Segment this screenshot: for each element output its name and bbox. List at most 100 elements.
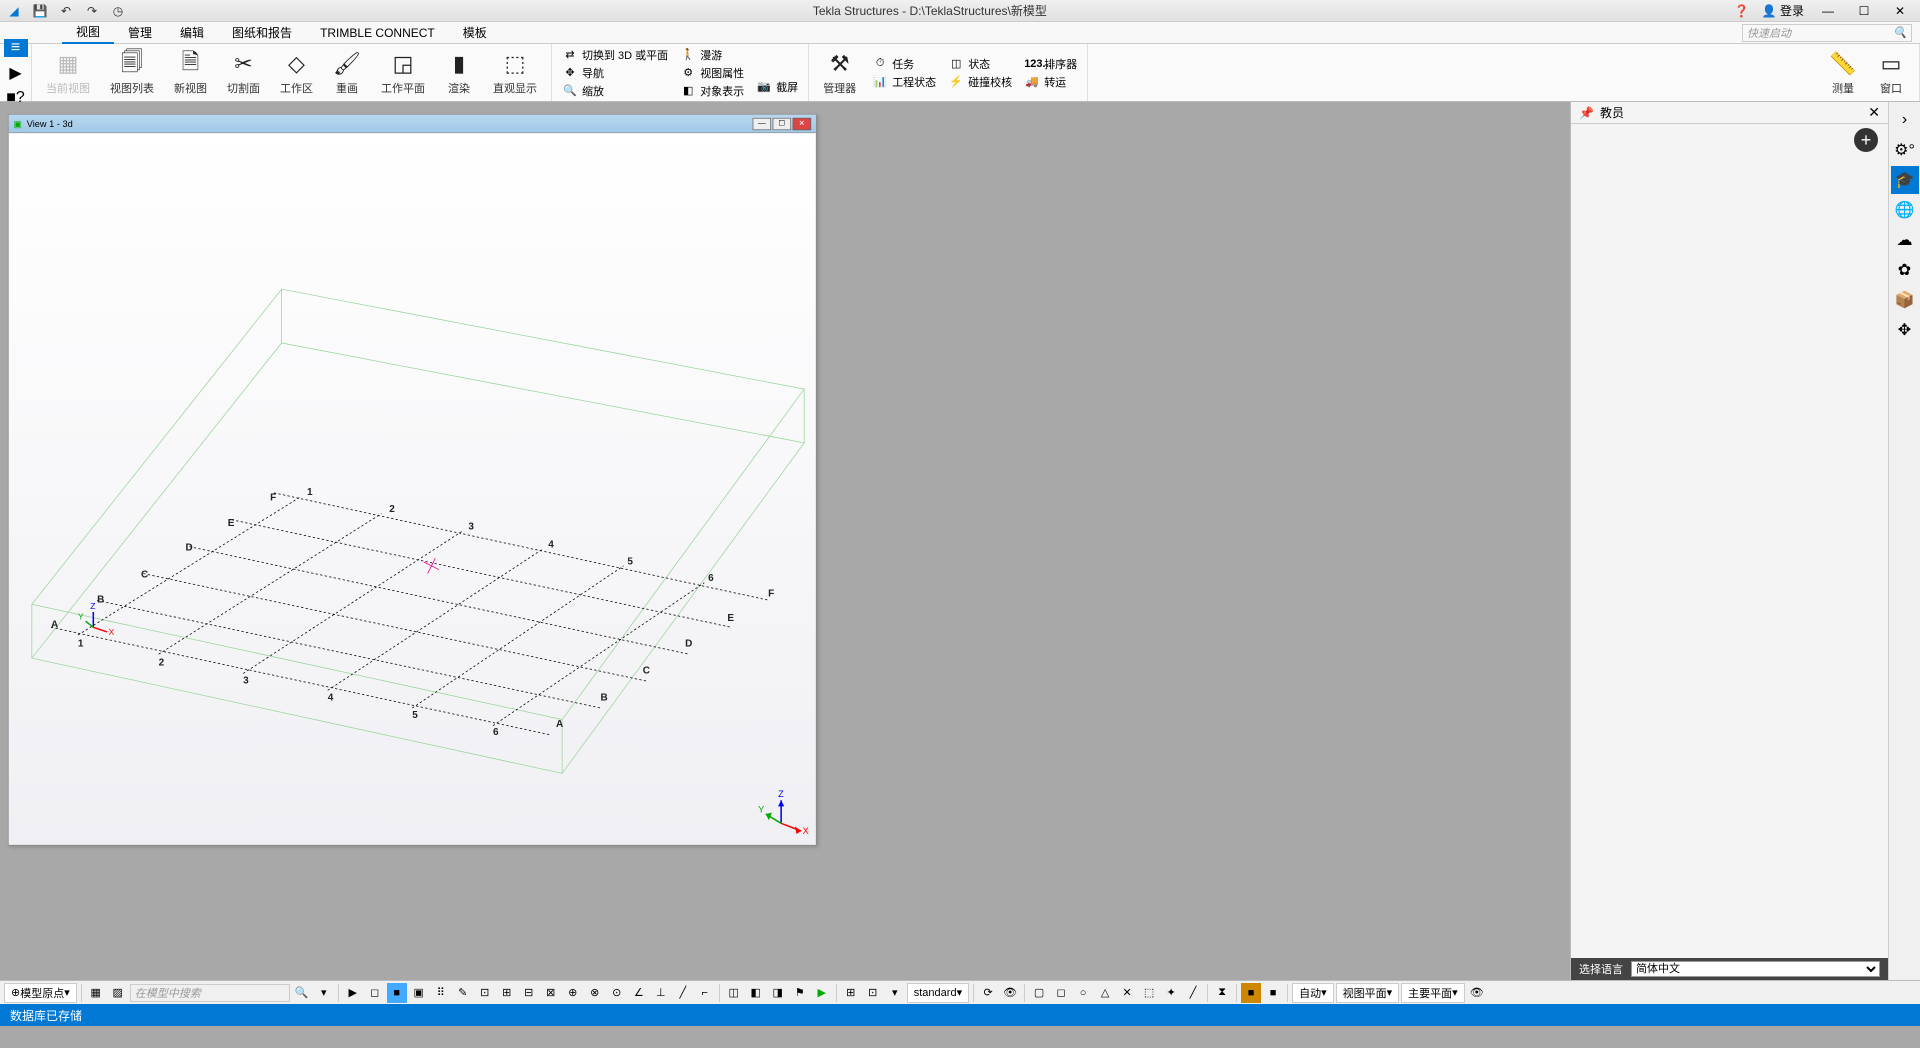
side-move-icon[interactable]: ✥	[1891, 316, 1919, 344]
bb-angle-icon[interactable]: ∠	[629, 983, 649, 1003]
save-icon[interactable]: 💾	[32, 3, 48, 19]
bb-shape6-icon[interactable]: ⬚	[1139, 983, 1159, 1003]
sorter-button[interactable]: 123...排序器	[1024, 55, 1077, 73]
menu-view[interactable]: 视图	[62, 21, 114, 44]
bb-comp-dropdown[interactable]: ▾	[885, 983, 905, 1003]
bb-shape4-icon[interactable]: △	[1095, 983, 1115, 1003]
close-button[interactable]: ✕	[1888, 1, 1912, 21]
bb-comp1-icon[interactable]: ⊞	[841, 983, 861, 1003]
bb-snap3-icon[interactable]: ⊟	[519, 983, 539, 1003]
current-view-button[interactable]: ▦当前视图	[36, 46, 100, 100]
bb-view2-icon[interactable]: ◧	[746, 983, 766, 1003]
window-button[interactable]: ▭窗口	[1867, 46, 1915, 100]
bb-snap5-icon[interactable]: ⊕	[563, 983, 583, 1003]
undo-icon[interactable]: ↶	[58, 3, 74, 19]
bb-flag-icon[interactable]: ⚑	[790, 983, 810, 1003]
bb-perp-icon[interactable]: ⊥	[651, 983, 671, 1003]
clip-plane-button[interactable]: ✂切割面	[217, 46, 270, 100]
menu-templates[interactable]: 模板	[449, 22, 501, 43]
menu-drawings[interactable]: 图纸和报告	[218, 22, 306, 43]
bb-comp2-icon[interactable]: ⊡	[863, 983, 883, 1003]
bb-hourglass-icon[interactable]: ⧗	[1212, 983, 1232, 1003]
manager-button[interactable]: ⚒管理器	[813, 46, 866, 100]
render-button[interactable]: ▮渲染	[435, 46, 483, 100]
quick-launch-input[interactable]: 快速启动 🔍	[1742, 24, 1912, 42]
subwindow-titlebar[interactable]: ▣ View 1 - 3d — ☐ ✕	[9, 115, 816, 133]
bb-snap1-icon[interactable]: ⊡	[475, 983, 495, 1003]
status-button[interactable]: ◫状态	[948, 55, 1012, 73]
screenshot-button[interactable]: 📷截屏	[756, 78, 798, 96]
menu-manage[interactable]: 管理	[114, 22, 166, 43]
subwin-maximize[interactable]: ☐	[773, 117, 791, 129]
bb-grid1-icon[interactable]: ▦	[86, 983, 106, 1003]
pointer-tool-icon[interactable]: ▶	[4, 63, 28, 83]
bb-shape1-icon[interactable]: ▢	[1029, 983, 1049, 1003]
bb-color2-icon[interactable]: ■	[1263, 983, 1283, 1003]
navigate-button[interactable]: ✥导航	[562, 64, 668, 82]
main-plane-dropdown[interactable]: 主要平面 ▾	[1401, 983, 1465, 1003]
hamburger-icon[interactable]: ≡	[4, 39, 28, 57]
clash-button[interactable]: ⚡碰撞校核	[948, 73, 1012, 91]
bb-view1-icon[interactable]: ◫	[724, 983, 744, 1003]
proj-status-button[interactable]: 📊工程状态	[872, 73, 936, 91]
auto-dropdown[interactable]: 自动 ▾	[1292, 983, 1334, 1003]
direct-display-button[interactable]: ⬚直观显示	[483, 46, 547, 100]
bb-select-icon[interactable]: ◻	[365, 983, 385, 1003]
work-plane-button[interactable]: ◲工作平面	[371, 46, 435, 100]
side-globe-icon[interactable]: 🌐	[1891, 196, 1919, 224]
bb-shape5-icon[interactable]: ✕	[1117, 983, 1137, 1003]
bb-shape3-icon[interactable]: ○	[1073, 983, 1093, 1003]
snap-mode-dropdown[interactable]: ⊕ 模型原点 ▾	[4, 983, 77, 1003]
side-settings-icon[interactable]: ✿	[1891, 256, 1919, 284]
menu-edit[interactable]: 编辑	[166, 22, 218, 43]
new-view-button[interactable]: 🗎新视图	[164, 46, 217, 100]
login-link[interactable]: 👤 登录	[1762, 2, 1804, 19]
view-plane-dropdown[interactable]: 视图平面 ▾	[1336, 983, 1400, 1003]
add-button[interactable]: +	[1854, 128, 1878, 152]
side-gear-icon[interactable]: ⚙°	[1891, 136, 1919, 164]
standard-dropdown[interactable]: standard ▾	[907, 983, 969, 1003]
side-panel-close[interactable]: ✕	[1868, 104, 1880, 121]
bb-dropdown-icon[interactable]: ▾	[314, 983, 334, 1003]
bb-shape8-icon[interactable]: ╱	[1183, 983, 1203, 1003]
bb-line-icon[interactable]: ╱	[673, 983, 693, 1003]
bb-corner-icon[interactable]: ⌐	[695, 983, 715, 1003]
bb-squares-icon[interactable]: ▣	[409, 983, 429, 1003]
bb-color1-icon[interactable]: ■	[1241, 983, 1261, 1003]
bb-snap6-icon[interactable]: ⊗	[585, 983, 605, 1003]
bb-grid2-icon[interactable]: ▨	[108, 983, 128, 1003]
view-3d-canvas[interactable]: A B C D E F A B C D E F 1 2 3	[9, 133, 816, 844]
bb-search-icon[interactable]: 🔍	[292, 983, 312, 1003]
bb-snap4-icon[interactable]: ⊠	[541, 983, 561, 1003]
bb-shape7-icon[interactable]: ✦	[1161, 983, 1181, 1003]
minimize-button[interactable]: —	[1816, 1, 1840, 21]
bb-snap2-icon[interactable]: ⊞	[497, 983, 517, 1003]
bb-view3-icon[interactable]: ◨	[768, 983, 788, 1003]
side-expand-icon[interactable]: ›	[1891, 106, 1919, 134]
pin-icon[interactable]: 📌	[1579, 106, 1594, 120]
language-select[interactable]: 简体中文	[1631, 961, 1880, 977]
zoom-button[interactable]: 🔍缩放	[562, 82, 668, 100]
menu-trimble-connect[interactable]: TRIMBLE CONNECT	[306, 24, 449, 42]
side-box-icon[interactable]: 📦	[1891, 286, 1919, 314]
side-graduate-icon[interactable]: 🎓	[1891, 166, 1919, 194]
bb-eye-icon[interactable]: 👁	[1000, 983, 1020, 1003]
view-list-button[interactable]: 🗐视图列表	[100, 46, 164, 100]
bb-eye2-icon[interactable]: 👁	[1467, 983, 1487, 1003]
transport-button[interactable]: 🚚转运	[1024, 73, 1077, 91]
model-search-input[interactable]: 在模型中搜索	[130, 984, 290, 1002]
subwin-close[interactable]: ✕	[793, 117, 811, 129]
obj-rep-button[interactable]: ◧对象表示	[680, 82, 744, 100]
view-props-button[interactable]: ⚙视图属性	[680, 64, 744, 82]
subwin-minimize[interactable]: —	[753, 117, 771, 129]
bb-snap7-icon[interactable]: ⊙	[607, 983, 627, 1003]
bb-green-icon[interactable]: ▶	[812, 983, 832, 1003]
maximize-button[interactable]: ☐	[1852, 1, 1876, 21]
redo-icon[interactable]: ↷	[84, 3, 100, 19]
history-icon[interactable]: ◷	[110, 3, 126, 19]
roam-button[interactable]: 🚶漫游	[680, 46, 744, 64]
bb-pencil-icon[interactable]: ✎	[453, 983, 473, 1003]
bb-pointer-icon[interactable]: ▶	[343, 983, 363, 1003]
measure-button[interactable]: 📏测量	[1819, 46, 1867, 100]
help-icon[interactable]: ❓	[1734, 3, 1750, 19]
